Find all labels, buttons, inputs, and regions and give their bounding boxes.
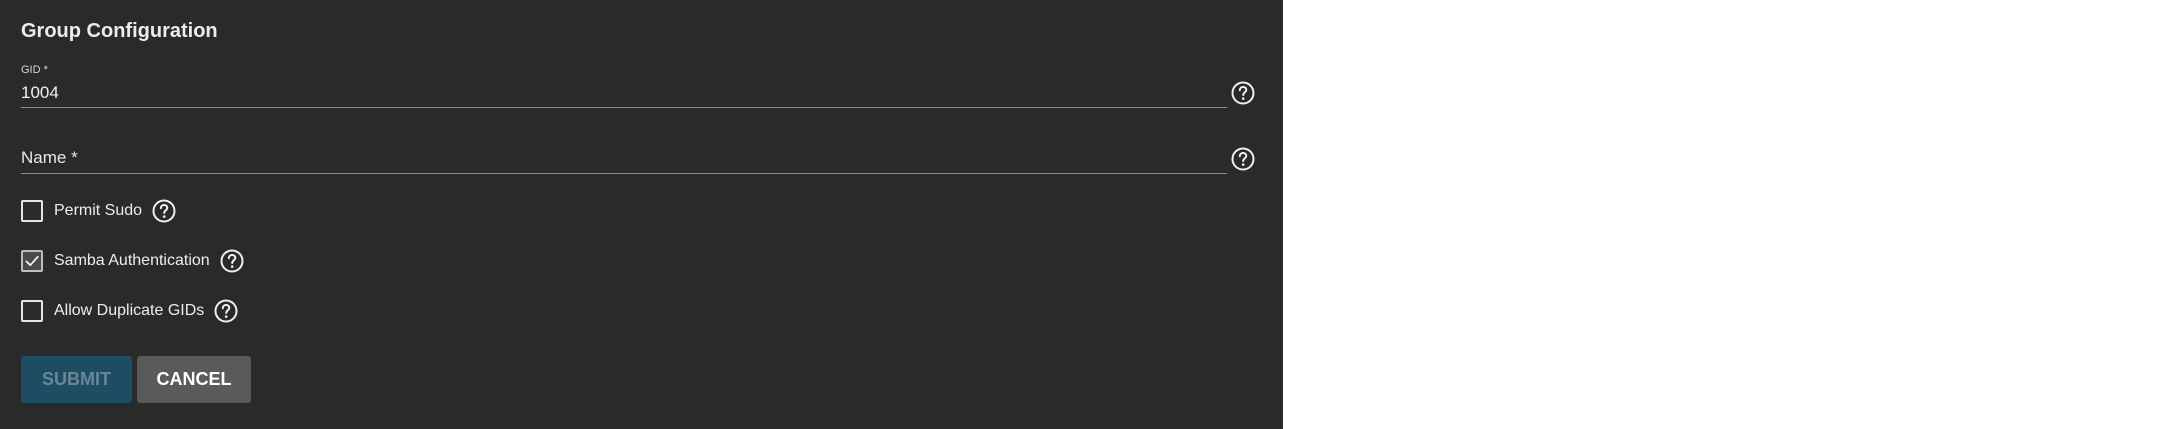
allow-duplicate-gids-label[interactable]: Allow Duplicate GIDs bbox=[54, 302, 204, 320]
name-help-icon[interactable] bbox=[1230, 146, 1256, 172]
group-configuration-panel: Group Configuration GID * 1004 Name * Pe… bbox=[0, 0, 1283, 429]
allow-duplicate-gids-help-icon[interactable] bbox=[213, 298, 239, 324]
gid-field[interactable]: GID * 1004 bbox=[21, 62, 1227, 108]
samba-authentication-label[interactable]: Samba Authentication bbox=[54, 252, 210, 270]
permit-sudo-checkbox[interactable] bbox=[21, 200, 43, 222]
samba-authentication-checkbox[interactable] bbox=[21, 250, 43, 272]
panel-title: Group Configuration bbox=[21, 20, 218, 42]
allow-duplicate-gids-row: Allow Duplicate GIDs bbox=[21, 297, 239, 325]
allow-duplicate-gids-checkbox[interactable] bbox=[21, 300, 43, 322]
gid-label: GID * bbox=[21, 64, 48, 76]
permit-sudo-label[interactable]: Permit Sudo bbox=[54, 202, 142, 220]
cancel-button[interactable]: CANCEL bbox=[137, 356, 251, 403]
check-icon bbox=[25, 255, 39, 267]
samba-authentication-row: Samba Authentication bbox=[21, 247, 245, 275]
permit-sudo-help-icon[interactable] bbox=[151, 198, 177, 224]
gid-help-icon[interactable] bbox=[1230, 80, 1256, 106]
name-label: Name * bbox=[21, 148, 78, 167]
permit-sudo-row: Permit Sudo bbox=[21, 197, 177, 225]
gid-value[interactable]: 1004 bbox=[21, 83, 59, 103]
blank-area bbox=[1283, 0, 2175, 429]
submit-button[interactable]: SUBMIT bbox=[21, 356, 132, 403]
samba-authentication-help-icon[interactable] bbox=[219, 248, 245, 274]
name-field[interactable]: Name * bbox=[21, 140, 1227, 174]
